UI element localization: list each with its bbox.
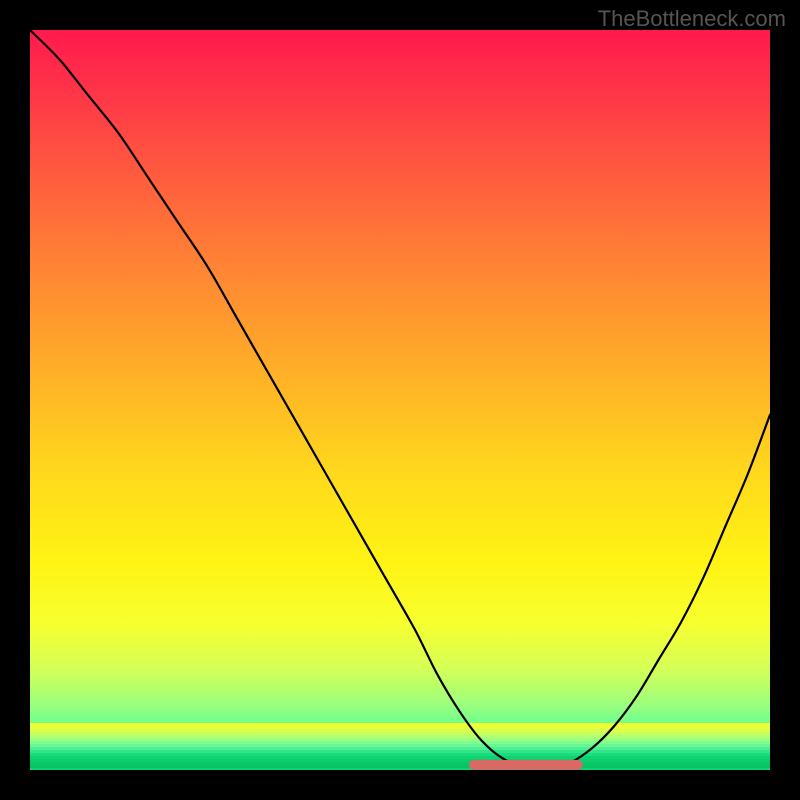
chart-stage: TheBottleneck.com — [0, 0, 800, 800]
watermark-text: TheBottleneck.com — [598, 6, 786, 32]
optimal-range-marker — [30, 30, 770, 770]
plot-area — [30, 30, 770, 770]
